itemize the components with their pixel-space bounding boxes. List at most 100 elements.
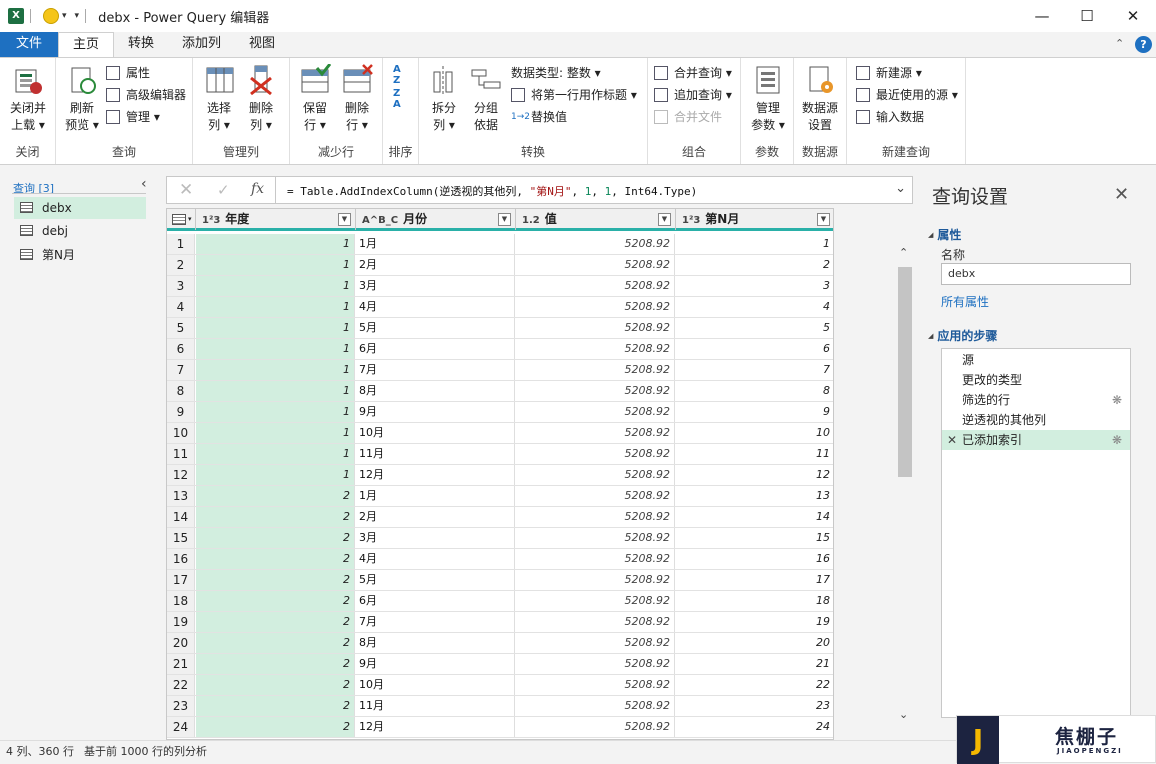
delete-step-icon[interactable]: ✕ bbox=[947, 430, 957, 450]
cell-value[interactable]: 5208.92 bbox=[516, 528, 675, 548]
cell-year[interactable]: 1 bbox=[196, 423, 355, 443]
cell-nth-month[interactable]: 13 bbox=[676, 486, 833, 506]
cell-year[interactable]: 2 bbox=[196, 654, 355, 674]
cell-year[interactable]: 2 bbox=[196, 612, 355, 632]
cell-nth-month[interactable]: 23 bbox=[676, 696, 833, 716]
query-item-debj[interactable]: debj bbox=[14, 220, 146, 242]
smiley-dropdown-icon[interactable]: ▾ bbox=[62, 11, 67, 21]
row-index[interactable]: 3 bbox=[167, 276, 195, 296]
vertical-scrollbar[interactable]: ⌃ ⌄ bbox=[896, 243, 914, 723]
cell-month[interactable]: 6月 bbox=[356, 591, 515, 611]
cell-value[interactable]: 5208.92 bbox=[516, 486, 675, 506]
row-index[interactable]: 2 bbox=[167, 255, 195, 275]
cell-value[interactable]: 5208.92 bbox=[516, 318, 675, 338]
cell-nth-month[interactable]: 19 bbox=[676, 612, 833, 632]
applied-steps-heading[interactable]: 应用的步骤 bbox=[928, 327, 997, 344]
expand-formula-icon[interactable]: ⌄ bbox=[895, 181, 906, 196]
combine-files-button[interactable]: 合并文件 bbox=[654, 107, 722, 127]
cell-nth-month[interactable]: 16 bbox=[676, 549, 833, 569]
cell-month[interactable]: 6月 bbox=[356, 339, 515, 359]
row-index[interactable]: 12 bbox=[167, 465, 195, 485]
step-source[interactable]: 源 bbox=[942, 350, 1130, 370]
cell-nth-month[interactable]: 2 bbox=[676, 255, 833, 275]
step-added-index[interactable]: ✕ 已添加索引 ❋ bbox=[942, 430, 1130, 450]
data-type-dropdown[interactable]: 数据类型: 整数 ▾ bbox=[511, 63, 601, 83]
row-index[interactable]: 7 bbox=[167, 360, 195, 380]
row-index[interactable]: 4 bbox=[167, 297, 195, 317]
column-header-value[interactable]: 1.2 值 ▼ bbox=[516, 209, 676, 230]
collapse-ribbon-icon[interactable]: ⌃ bbox=[1115, 37, 1124, 50]
table-row[interactable]: 18 2 6月 5208.92 18 bbox=[167, 591, 833, 612]
cell-nth-month[interactable]: 14 bbox=[676, 507, 833, 527]
cell-nth-month[interactable]: 1 bbox=[676, 234, 833, 254]
column-header-year[interactable]: 1²3 年度 ▼ bbox=[196, 209, 356, 230]
cell-nth-month[interactable]: 10 bbox=[676, 423, 833, 443]
table-row[interactable]: 7 1 7月 5208.92 7 bbox=[167, 360, 833, 381]
cell-year[interactable]: 1 bbox=[196, 444, 355, 464]
cell-year[interactable]: 1 bbox=[196, 255, 355, 275]
cell-month[interactable]: 1月 bbox=[356, 234, 515, 254]
column-header-nth-month[interactable]: 1²3 第N月 ▼ bbox=[676, 209, 833, 230]
cell-year[interactable]: 2 bbox=[196, 570, 355, 590]
cell-year[interactable]: 2 bbox=[196, 528, 355, 548]
cell-month[interactable]: 5月 bbox=[356, 570, 515, 590]
cell-month[interactable]: 2月 bbox=[356, 507, 515, 527]
tab-transform[interactable]: 转换 bbox=[114, 32, 168, 57]
collapse-pane-icon[interactable]: ‹ bbox=[141, 176, 147, 192]
cell-month[interactable]: 8月 bbox=[356, 633, 515, 653]
row-index[interactable]: 5 bbox=[167, 318, 195, 338]
cell-month[interactable]: 4月 bbox=[356, 297, 515, 317]
cell-year[interactable]: 2 bbox=[196, 696, 355, 716]
table-row[interactable]: 11 1 11月 5208.92 11 bbox=[167, 444, 833, 465]
cell-value[interactable]: 5208.92 bbox=[516, 675, 675, 695]
cell-value[interactable]: 5208.92 bbox=[516, 423, 675, 443]
cell-nth-month[interactable]: 20 bbox=[676, 633, 833, 653]
cell-year[interactable]: 2 bbox=[196, 675, 355, 695]
close-icon[interactable]: ✕ bbox=[1114, 184, 1129, 205]
cell-nth-month[interactable]: 15 bbox=[676, 528, 833, 548]
filter-dropdown-icon[interactable]: ▼ bbox=[817, 213, 830, 226]
gear-icon[interactable]: ❋ bbox=[1112, 390, 1122, 410]
step-filtered-rows[interactable]: 筛选的行 ❋ bbox=[942, 390, 1130, 410]
remove-columns-button[interactable]: 删除 列 ▾ bbox=[241, 64, 281, 134]
scroll-down-icon[interactable]: ⌄ bbox=[899, 708, 908, 721]
row-index[interactable]: 24 bbox=[167, 717, 195, 737]
cell-month[interactable]: 4月 bbox=[356, 549, 515, 569]
scroll-up-icon[interactable]: ⌃ bbox=[899, 246, 908, 259]
cell-month[interactable]: 12月 bbox=[356, 717, 515, 737]
fx-icon[interactable]: fx bbox=[251, 181, 264, 197]
query-item-nth-month[interactable]: 第N月 bbox=[14, 244, 146, 266]
cell-value[interactable]: 5208.92 bbox=[516, 507, 675, 527]
query-item-debx[interactable]: debx bbox=[14, 197, 146, 219]
cell-year[interactable]: 2 bbox=[196, 591, 355, 611]
row-index[interactable]: 22 bbox=[167, 675, 195, 695]
cell-value[interactable]: 5208.92 bbox=[516, 717, 675, 737]
keep-rows-button[interactable]: 保留 行 ▾ bbox=[295, 63, 335, 134]
step-unpivoted-other-columns[interactable]: 逆透视的其他列 bbox=[942, 410, 1130, 430]
row-index[interactable]: 16 bbox=[167, 549, 195, 569]
table-row[interactable]: 24 2 12月 5208.92 24 bbox=[167, 717, 833, 738]
cell-value[interactable]: 5208.92 bbox=[516, 696, 675, 716]
cell-year[interactable]: 2 bbox=[196, 507, 355, 527]
sort-descending-button[interactable]: ZA bbox=[393, 88, 401, 110]
group-by-button[interactable]: 分组 依据 bbox=[467, 64, 505, 134]
row-index[interactable]: 19 bbox=[167, 612, 195, 632]
minimize-button[interactable]: — bbox=[1019, 0, 1065, 32]
tab-view[interactable]: 视图 bbox=[235, 32, 289, 57]
advanced-editor-button[interactable]: 高级编辑器 bbox=[106, 85, 186, 105]
table-row[interactable]: 9 1 9月 5208.92 9 bbox=[167, 402, 833, 423]
scroll-thumb[interactable] bbox=[898, 267, 912, 477]
table-row[interactable]: 15 2 3月 5208.92 15 bbox=[167, 528, 833, 549]
split-column-button[interactable]: 拆分 列 ▾ bbox=[425, 64, 463, 134]
cell-value[interactable]: 5208.92 bbox=[516, 549, 675, 569]
datasource-settings-button[interactable]: 数据源 设置 bbox=[797, 64, 843, 134]
cell-value[interactable]: 5208.92 bbox=[516, 276, 675, 296]
cell-month[interactable]: 3月 bbox=[356, 276, 515, 296]
cell-value[interactable]: 5208.92 bbox=[516, 234, 675, 254]
row-index[interactable]: 10 bbox=[167, 423, 195, 443]
row-index[interactable]: 20 bbox=[167, 633, 195, 653]
cell-nth-month[interactable]: 4 bbox=[676, 297, 833, 317]
cell-year[interactable]: 1 bbox=[196, 360, 355, 380]
cell-month[interactable]: 7月 bbox=[356, 360, 515, 380]
smiley-icon[interactable] bbox=[43, 8, 59, 24]
